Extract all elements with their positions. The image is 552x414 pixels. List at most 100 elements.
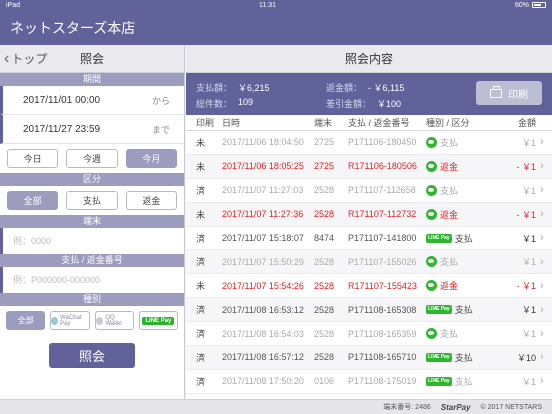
printer-icon (490, 85, 502, 98)
back-button[interactable]: ‹ トップ (0, 50, 47, 68)
row-terminal: 2528 (314, 328, 335, 339)
this-month-button[interactable]: 今月 (125, 149, 177, 168)
row-type: 支払 (426, 327, 482, 340)
wechat-icon (426, 280, 437, 292)
type-buttons: 全部 WeChat Pay QQ Wallet LINE Pay (0, 306, 184, 335)
chevron-right-icon: › (540, 351, 544, 364)
row-kind: 支払 (440, 137, 459, 148)
row-number: P171107-155026 (348, 256, 417, 267)
paid-value: ￥6,215 (238, 83, 270, 93)
line-pay-button[interactable]: LINE Pay (138, 311, 178, 330)
table-row[interactable]: 済 2017/11/07 11:27:03 2528 P171107-112658 支払… (186, 178, 552, 203)
table-row[interactable]: 済 2017/11/07 15:18:07 8474 P171107-141800 LI… (186, 226, 552, 251)
row-type: 支払 (426, 136, 482, 149)
date-to-value: 2017/11/27 23:59 (23, 123, 101, 135)
table-row[interactable]: 未 2017/11/06 18:05:25 2725 R171106-180506 返金… (186, 154, 552, 179)
table-row[interactable]: 済 2017/11/08 16:54:03 2528 P171108-165359 支払… (186, 322, 552, 347)
chevron-right-icon: › (540, 303, 544, 316)
print-status: 済 (196, 352, 206, 363)
battery-icon (532, 2, 546, 8)
section-category: 区分 (0, 173, 184, 186)
row-number: P171107-112658 (348, 185, 416, 196)
chevron-right-icon: › (540, 184, 544, 197)
print-status: 未 (196, 281, 206, 292)
app-title: ネットスターズ本店 (10, 19, 136, 36)
count-total: 総件数： 109 (196, 97, 253, 110)
wechat-icon (426, 208, 437, 220)
row-kind: 返金 (440, 161, 459, 172)
column-type: 種別 / 区分 (426, 118, 470, 128)
table-row[interactable]: 未 2017/11/07 11:27:36 2528 R171107-112732 返金… (186, 202, 552, 227)
date-from-suffix: から (151, 95, 170, 106)
results-title: 照会内容 (186, 45, 552, 73)
column-print: 印刷 (196, 118, 215, 128)
table-row[interactable]: 済 2017/11/08 16:57:12 2528 P171108-165710 LI… (186, 346, 552, 370)
back-label: トップ (11, 52, 48, 66)
row-number: R171106-180506 (348, 161, 417, 172)
wechat-icon (51, 316, 59, 325)
paid-label: 支払額： (196, 83, 233, 93)
terminal-input[interactable] (13, 236, 173, 246)
clock: 11:31 (259, 1, 276, 9)
row-type: LINE Pay 支払 (426, 351, 482, 364)
qq-icon (95, 316, 104, 325)
row-type: 支払 (426, 184, 482, 197)
table-row[interactable]: 未 2017/11/06 18:04:50 2725 P171106-180450 支払… (186, 131, 552, 155)
print-status: 未 (196, 209, 206, 220)
chevron-right-icon: › (540, 327, 544, 340)
print-status: 未 (196, 161, 206, 172)
category-payment-button[interactable]: 支払 (66, 191, 118, 210)
row-amount: ￥10 (516, 352, 536, 363)
battery-percent: 60% (514, 1, 529, 9)
line-pay-icon: LINE Pay (426, 352, 452, 362)
print-status: 済 (196, 305, 206, 316)
category-refund-button[interactable]: 返金 (125, 191, 177, 210)
column-number: 支払 / 返金番号 (348, 118, 410, 128)
row-amount: - ￥1 (516, 209, 536, 220)
wechat-pay-button[interactable]: WeChat Pay (50, 311, 90, 330)
row-datetime: 2017/11/07 11:27:36 (222, 209, 304, 220)
date-from-field[interactable]: 2017/11/01 00:00 から (0, 86, 184, 115)
row-number: R171107-155423 (348, 280, 417, 291)
print-button[interactable]: 印刷 (476, 81, 542, 105)
row-terminal: 2528 (314, 304, 335, 315)
row-amount: ￥1 (521, 137, 536, 148)
left-nav-bar: ‹ トップ 照会 (0, 45, 184, 73)
count-value: 109 (238, 97, 254, 107)
number-input[interactable] (13, 275, 173, 285)
row-type: LINE Pay 支払 (426, 303, 482, 316)
type-all-button[interactable]: 全部 (6, 311, 46, 330)
row-amount: - ￥1 (516, 161, 536, 172)
table-row[interactable]: 済 2017/11/08 17:50:20 0106 P171108-175019 LI… (186, 369, 552, 394)
row-amount: ￥1 (521, 257, 536, 268)
this-week-button[interactable]: 今週 (66, 149, 118, 168)
line-pay-label: LINE Pay (142, 316, 175, 325)
search-submit-button[interactable]: 照会 (49, 343, 135, 368)
row-type: LINE Pay 支払 (426, 232, 482, 245)
wechat-icon (426, 328, 437, 340)
footer: 端末番号: 2486 StarPay © 2017 NETSTARS (0, 399, 552, 414)
date-to-suffix: まで (151, 124, 170, 135)
row-datetime: 2017/11/07 15:54:26 (222, 280, 304, 291)
row-number: P171108-165359 (348, 328, 417, 339)
print-status: 済 (196, 185, 206, 196)
chevron-left-icon: ‹ (4, 49, 10, 67)
table-row[interactable]: 未 2017/11/07 15:54:26 2528 R171107-155423 返金… (186, 274, 552, 299)
table-row[interactable]: 済 2017/11/07 15:50:29 2528 P171107-155026 支払… (186, 250, 552, 275)
line-pay-icon: LINE Pay (426, 305, 452, 315)
print-status: 未 (196, 137, 206, 148)
section-period: 期間 (0, 73, 184, 86)
chevron-right-icon: › (540, 232, 544, 244)
line-pay-icon: LINE Pay (426, 233, 452, 243)
category-all-button[interactable]: 全部 (7, 191, 59, 210)
refund-total: 返金額： - ￥6,115 (326, 81, 404, 94)
paid-total: 支払額： ￥6,215 (196, 81, 270, 94)
net-total: 差引金額： ￥100 (326, 97, 401, 110)
row-number: P171106-180450 (348, 137, 417, 148)
line-pay-icon: LINE Pay (426, 376, 452, 386)
qq-wallet-button[interactable]: QQ Wallet (94, 311, 134, 330)
table-row[interactable]: 済 2017/11/08 16:53:12 2528 P171108-165308 LI… (186, 298, 552, 323)
row-terminal: 2528 (314, 185, 335, 196)
date-to-field[interactable]: 2017/11/27 23:59 まで (0, 115, 184, 144)
today-button[interactable]: 今日 (7, 149, 59, 168)
